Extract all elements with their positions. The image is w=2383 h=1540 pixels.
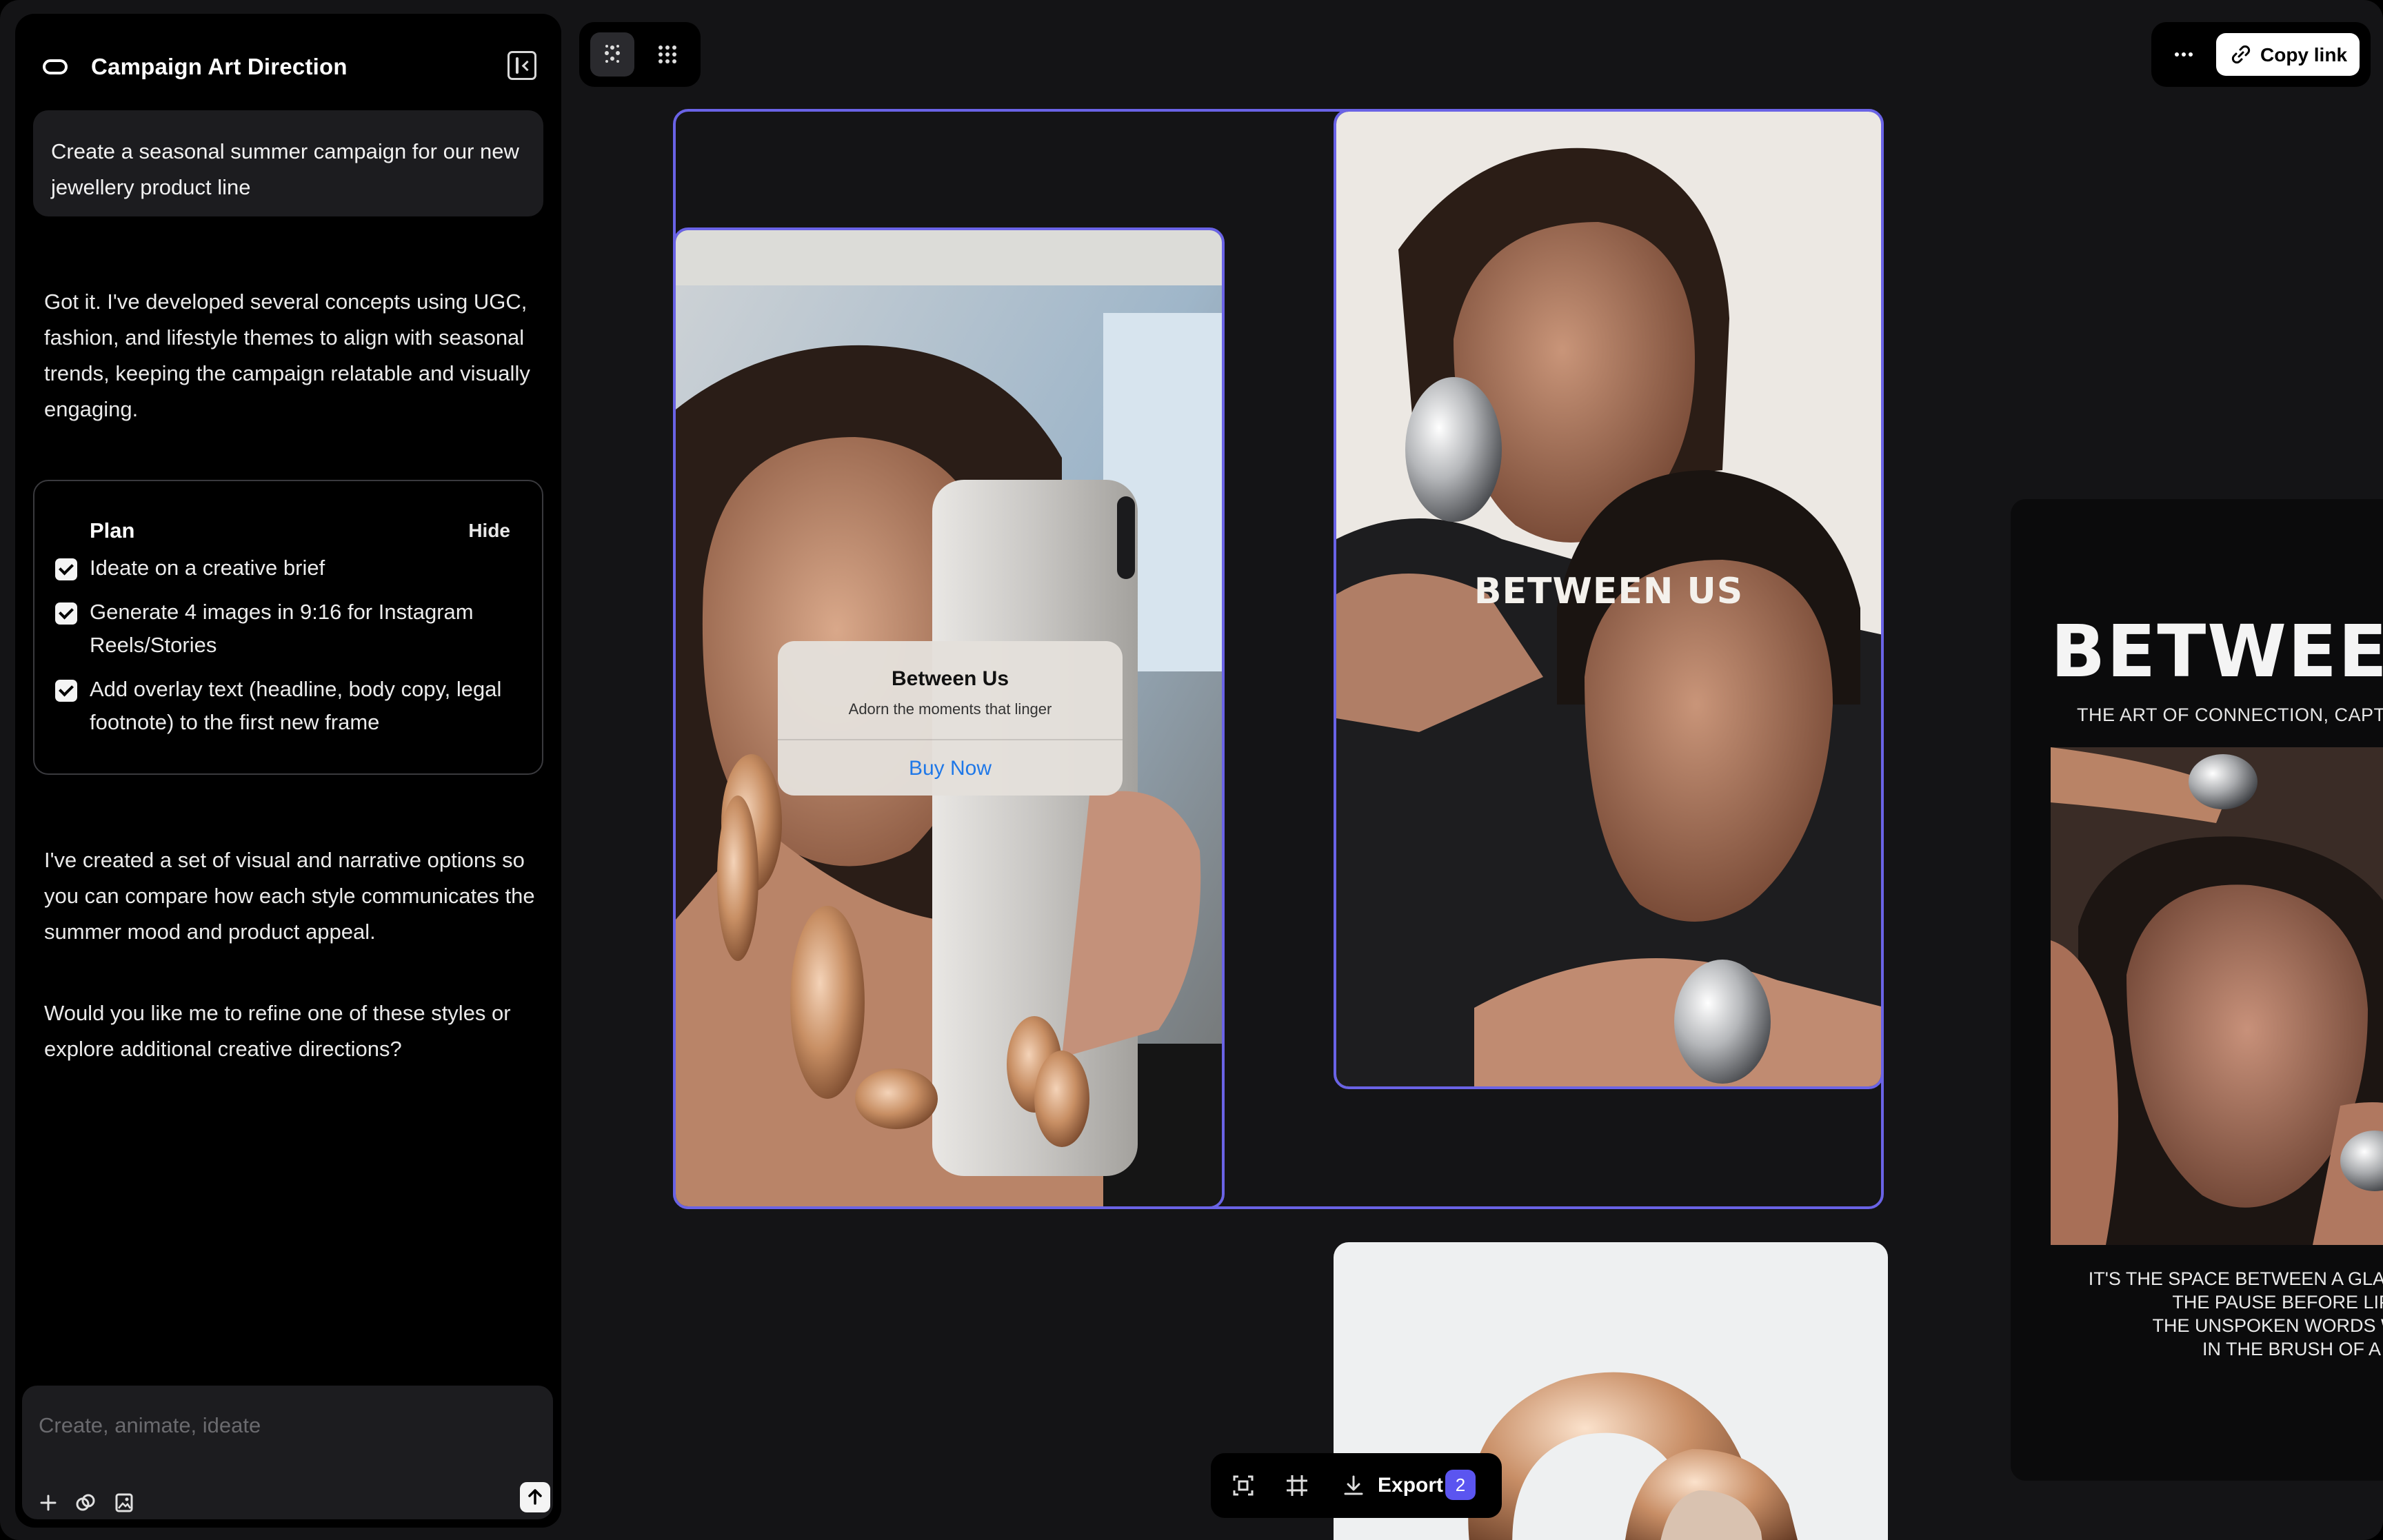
assistant-message: I've created a set of visual and narrati… xyxy=(44,848,535,944)
buy-now-button[interactable]: Buy Now xyxy=(778,757,1123,780)
assistant-message: Would you like me to refine one of these… xyxy=(44,1001,511,1061)
grid-tool-button[interactable] xyxy=(645,32,690,77)
plan-item-label: Ideate on a creative brief xyxy=(90,556,325,580)
notification-divider xyxy=(778,739,1123,740)
overlay-headline: BETWEEN US xyxy=(1474,571,1744,612)
plan-item-label: Generate 4 images in 9:16 for Instagram … xyxy=(90,600,474,657)
notification-title: Between Us xyxy=(891,667,1009,690)
plan-item: Generate 4 images in 9:16 for Instagram … xyxy=(55,596,524,662)
prompt-input[interactable] xyxy=(39,1412,452,1439)
composer xyxy=(22,1386,553,1519)
sparkle-tool-button[interactable] xyxy=(590,32,634,77)
notification-card: Between Us Adorn the moments that linger… xyxy=(778,641,1123,796)
artboard-fashion-couple[interactable]: BETWEEN US xyxy=(1334,109,1884,1089)
sparkle-dots-icon xyxy=(605,45,620,63)
panel-title: Campaign Art Direction xyxy=(91,54,348,79)
more-horizontal-icon[interactable] xyxy=(2165,36,2202,73)
poster-copy-line: THE UNSPOKEN WORDS WRA xyxy=(2152,1315,2383,1336)
image-icon[interactable] xyxy=(112,1490,137,1515)
export-count-badge: 2 xyxy=(1445,1470,1476,1500)
man-portrait-photo xyxy=(2051,747,2383,1245)
assistant-message: Got it. I've developed several concepts … xyxy=(44,290,530,421)
copy-link-button[interactable]: Copy link xyxy=(2216,33,2360,76)
send-arrow-icon xyxy=(528,1489,542,1505)
poster-copy-line: THE PAUSE BEFORE LIPS M xyxy=(2172,1292,2383,1313)
poster-headline: BETWEEN xyxy=(2051,609,2383,693)
plan-item: Ideate on a creative brief xyxy=(55,551,524,585)
chat-panel: Campaign Art Direction Create a seasonal… xyxy=(15,14,561,1528)
panel-header: Campaign Art Direction xyxy=(15,14,561,97)
copy-link-label: Copy link xyxy=(2260,44,2348,65)
plan-card: Plan Hide Ideate on a creative brief Gen… xyxy=(33,480,543,775)
share-controls: Copy link xyxy=(2151,22,2371,87)
checkbox-checked-icon[interactable] xyxy=(55,680,77,702)
artboard-ugc-selfie[interactable]: Between Us Adorn the moments that linger… xyxy=(673,227,1225,1209)
poster-copy-line: IN THE BRUSH OF A HAN xyxy=(2202,1339,2383,1359)
notification-subtitle: Adorn the moments that linger xyxy=(848,700,1052,718)
link-icon[interactable] xyxy=(73,1490,98,1515)
poster-copy-line: IT'S THE SPACE BETWEEN A GLANCE xyxy=(2088,1268,2383,1289)
checkbox-checked-icon[interactable] xyxy=(55,558,77,580)
crop-frame-icon[interactable] xyxy=(1283,1471,1311,1500)
poster-body-copy: IT'S THE SPACE BETWEEN A GLANCE THE PAUS… xyxy=(2038,1267,2383,1361)
project-logo-icon xyxy=(43,59,68,74)
checkbox-checked-icon[interactable] xyxy=(55,602,77,625)
user-message: Create a seasonal summer campaign for ou… xyxy=(33,110,543,216)
plan-item-label: Add overlay text (headline, body copy, l… xyxy=(90,677,502,734)
fit-frame-icon[interactable] xyxy=(1229,1471,1258,1500)
export-label: Export xyxy=(1378,1474,1444,1497)
link-icon xyxy=(2231,45,2251,64)
send-button[interactable] xyxy=(520,1482,550,1512)
plan-hide-button[interactable]: Hide xyxy=(468,520,510,542)
poster-subline: THE ART OF CONNECTION, CAPTUR xyxy=(2077,705,2383,725)
app-window: Campaign Art Direction Create a seasonal… xyxy=(0,0,2383,1540)
bottom-toolbar: Export 2 xyxy=(1211,1453,1502,1518)
download-icon xyxy=(1344,1475,1363,1495)
poster-photo xyxy=(2051,747,2383,1245)
plan-item: Add overlay text (headline, body copy, l… xyxy=(55,673,524,739)
canvas-tools xyxy=(579,22,701,87)
grid-dots-icon xyxy=(658,45,676,63)
plan-title: Plan xyxy=(90,518,135,543)
plus-icon[interactable] xyxy=(36,1490,61,1515)
artboard-editorial-poster[interactable]: BETWEEN THE ART OF CONNECTION, CAPTUR xyxy=(2011,499,2383,1481)
collapse-panel-icon[interactable] xyxy=(507,51,536,80)
